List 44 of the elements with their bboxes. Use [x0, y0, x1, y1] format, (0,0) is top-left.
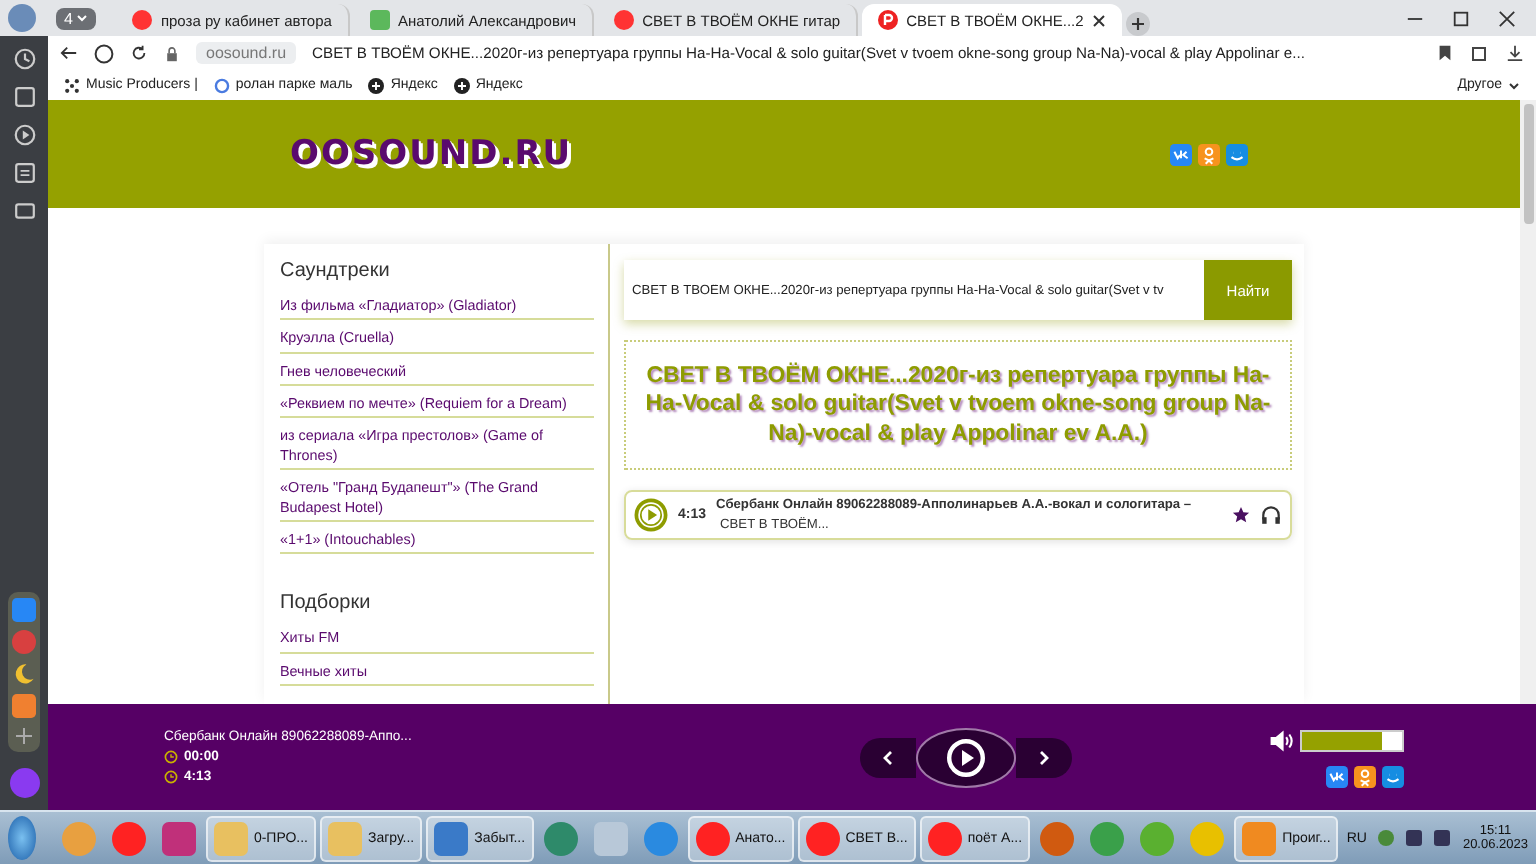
moon-icon[interactable] — [12, 662, 36, 686]
start-button[interactable] — [8, 816, 36, 860]
star-icon[interactable] — [1232, 505, 1250, 524]
play-icon — [946, 737, 986, 777]
tray-icon — [1378, 830, 1395, 846]
screen-icon[interactable] — [13, 200, 35, 222]
section-heading: Подборки — [280, 592, 373, 615]
next-button[interactable] — [1016, 737, 1072, 777]
plus-icon[interactable] — [14, 726, 34, 746]
ok-icon[interactable] — [1354, 765, 1376, 787]
tab-counter[interactable]: 4 — [56, 7, 97, 29]
dots-icon — [64, 77, 80, 93]
ring-icon — [213, 77, 230, 93]
mail-ru-icon[interactable] — [1382, 765, 1404, 787]
lock-icon — [164, 45, 180, 61]
bookmark-icon[interactable] — [1436, 44, 1454, 62]
url-domain[interactable]: oosound.ru — [196, 42, 297, 64]
maximize-icon[interactable] — [1452, 9, 1470, 27]
chevron-left-icon — [882, 749, 894, 765]
section-heading: Саундтреки — [280, 260, 392, 282]
close-icon[interactable] — [1498, 9, 1516, 27]
chevron-icon — [1508, 79, 1520, 91]
profile-avatar[interactable] — [8, 4, 36, 32]
new-tab-icon[interactable] — [1125, 12, 1150, 36]
site-logo[interactable]: OOSOUND.RU — [290, 134, 573, 174]
volume-icon[interactable] — [1268, 727, 1294, 753]
clock-icon[interactable] — [13, 48, 35, 70]
reload-icon[interactable] — [130, 44, 148, 62]
chevron-icon — [76, 12, 89, 24]
headphones-icon[interactable] — [1260, 503, 1282, 526]
clock-icon — [164, 750, 178, 764]
scrollbar-thumb[interactable] — [1523, 104, 1533, 224]
play-button[interactable] — [916, 727, 1016, 787]
site-icon — [878, 10, 899, 30]
play-icon[interactable] — [13, 124, 35, 146]
song-heading: СВЕТ В ТВОЁМ ОКНЕ...2020г-из репертуара группы Ha-Ha-Vocal & solo guitar(Svet v tvoem okne-song group Na-Na)-vocal & play Appolinar ev A.A.) — [643, 362, 1273, 448]
back-icon[interactable] — [60, 44, 78, 62]
play-icon[interactable] — [634, 497, 668, 532]
previous-button[interactable] — [860, 737, 916, 777]
clock-icon — [164, 770, 178, 784]
download-icon[interactable] — [1506, 44, 1524, 62]
chevron-right-icon — [1038, 749, 1050, 765]
close-icon[interactable] — [1091, 13, 1106, 27]
volume-slider[interactable] — [1300, 729, 1404, 751]
